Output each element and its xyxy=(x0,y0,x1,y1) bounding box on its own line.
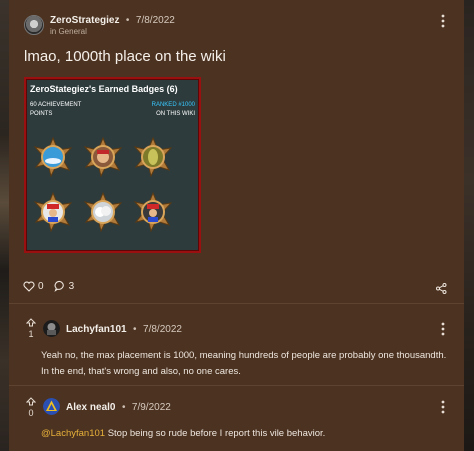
comment-button[interactable]: 3 xyxy=(54,280,75,292)
achievement-points: 60 ACHIEVEMENT POINTS xyxy=(30,101,81,119)
rank-line-1: RANKED #1000 xyxy=(151,102,195,108)
reply-author[interactable]: Alex neal0 xyxy=(66,402,115,413)
avatar[interactable] xyxy=(43,320,60,337)
badge-card-title: ZeroStategiez's Earned Badges (6) xyxy=(30,84,178,94)
divider xyxy=(9,303,464,304)
sky-badge-icon xyxy=(33,136,73,178)
avatar[interactable] xyxy=(24,15,44,35)
mario-badge-icon xyxy=(83,136,123,178)
vote-count: 1 xyxy=(28,329,34,339)
meta-separator: • xyxy=(121,402,126,413)
upvote-arrow-icon xyxy=(25,318,37,327)
comment-count: 3 xyxy=(68,280,75,292)
post-category[interactable]: in General xyxy=(50,26,175,37)
comment-icon xyxy=(54,280,64,292)
post-date: 7/8/2022 xyxy=(135,15,175,26)
like-count: 0 xyxy=(38,280,44,292)
reply-meta: Lachyfan101 • 7/8/2022 xyxy=(66,322,182,335)
vote-count: 0 xyxy=(28,408,34,418)
divider xyxy=(9,385,464,386)
heart-icon xyxy=(23,281,35,292)
user-mention-link[interactable]: @Lachyfan101 xyxy=(41,428,105,439)
meta-separator: • xyxy=(125,15,130,26)
leaf-badge-icon xyxy=(133,136,173,178)
like-button[interactable]: 0 xyxy=(23,281,44,292)
reply-date: 7/8/2022 xyxy=(143,324,182,335)
post-meta: ZeroStrategiez • 7/8/2022 in General xyxy=(50,13,175,37)
kebab-menu-icon[interactable] xyxy=(438,14,448,30)
discussion-panel: ZeroStrategiez • 7/8/2022 in General lma… xyxy=(9,0,464,451)
post-title: lmao, 1000th place on the wiki xyxy=(24,48,226,65)
mario-badge-icon xyxy=(33,191,73,233)
upvote-control[interactable]: 1 xyxy=(25,318,37,339)
share-icon[interactable] xyxy=(436,281,447,299)
reply-text-content: Stop being so rude before I report this … xyxy=(105,428,326,439)
kebab-menu-icon[interactable] xyxy=(438,400,448,416)
rank-line-2: ON THIS WIKI xyxy=(156,111,195,117)
post-header: ZeroStrategiez • 7/8/2022 in General xyxy=(24,13,175,37)
meta-separator: • xyxy=(133,324,137,335)
upvote-control[interactable]: 0 xyxy=(25,397,37,418)
background-left-edge xyxy=(0,0,9,451)
reply-date: 7/9/2022 xyxy=(131,402,171,413)
upvote-arrow-icon xyxy=(25,397,37,406)
avatar[interactable] xyxy=(43,398,60,415)
kebab-menu-icon[interactable] xyxy=(438,322,448,338)
background-right-edge xyxy=(464,0,474,451)
post-author[interactable]: ZeroStrategiez xyxy=(50,15,119,26)
points-line-2: POINTS xyxy=(30,111,53,117)
points-line-1: 60 ACHIEVEMENT xyxy=(30,102,82,108)
post-actions: 0 3 xyxy=(23,280,84,292)
reply-header: Alex neal0 • 7/9/2022 xyxy=(43,398,171,415)
wiki-rank: RANKED #1000 ON THIS WIKI xyxy=(152,101,195,119)
reply-header: Lachyfan101 • 7/8/2022 xyxy=(43,320,182,337)
reply-text: Yeah no, the max placement is 1000, mean… xyxy=(41,350,447,377)
cloud-badge-icon xyxy=(83,191,123,233)
reply-text: @Lachyfan101 Stop being so rude before I… xyxy=(41,426,451,442)
mario-badge-icon xyxy=(133,191,173,233)
reply-author[interactable]: Lachyfan101 xyxy=(66,324,127,335)
badge-card-image[interactable]: ZeroStategiez's Earned Badges (6) 60 ACH… xyxy=(24,77,201,253)
reply-meta: Alex neal0 • 7/9/2022 xyxy=(66,400,171,413)
